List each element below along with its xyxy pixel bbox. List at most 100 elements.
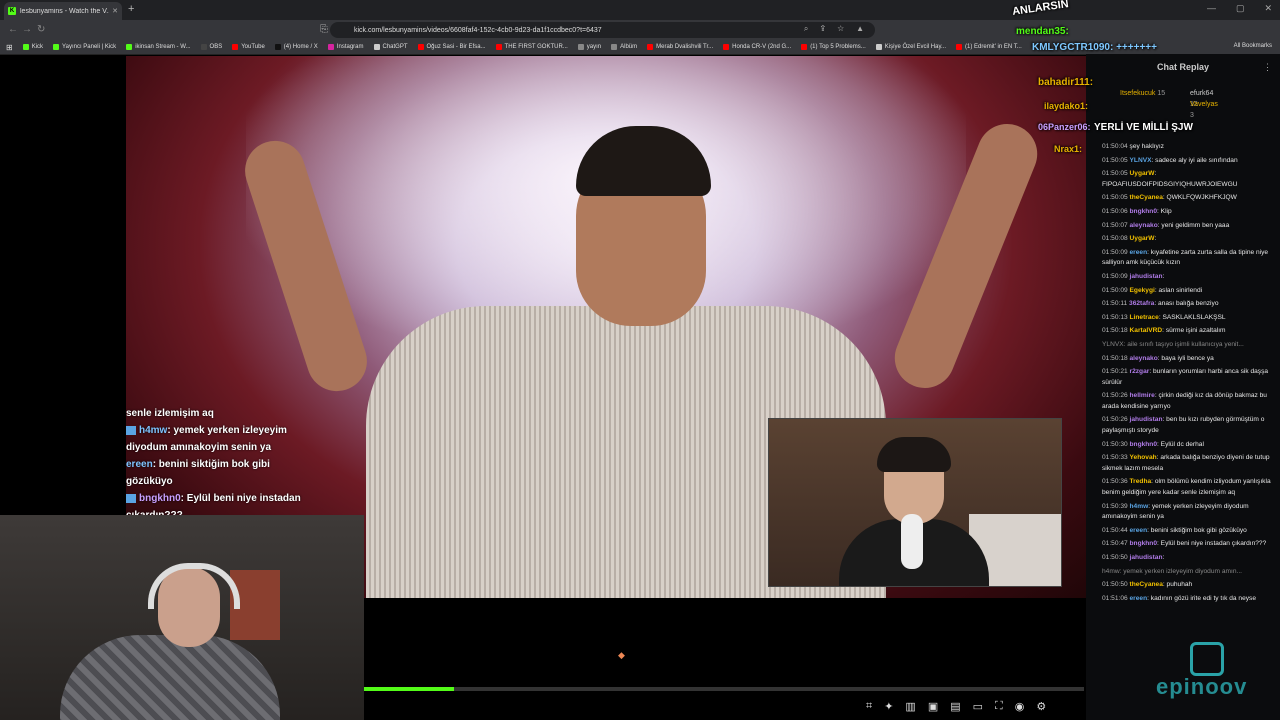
maximize-icon[interactable]: ▢ — [1236, 3, 1245, 14]
clip-icon[interactable]: ⌗ — [866, 700, 872, 713]
new-tab-button[interactable]: + — [128, 3, 134, 15]
apps-icon[interactable]: ⊞ — [6, 43, 13, 52]
chat-timestamp: 01:50:36 — [1102, 478, 1128, 486]
bookmark-favicon-icon — [875, 44, 882, 50]
chat-username[interactable]: theCyanea — [1130, 581, 1163, 588]
chat-username[interactable]: aleynako — [1130, 222, 1158, 229]
bookmark-favicon-icon — [647, 44, 654, 50]
chat-message: 01:50:09 jahudistan: — [1102, 272, 1165, 280]
theater-icon[interactable]: ▥ — [905, 700, 915, 713]
chat-message: 01:50:18 KartalVRD: sürme işini azaltalı… — [1102, 327, 1226, 335]
chat-username[interactable]: jahudistan — [1130, 554, 1163, 561]
chat-username[interactable]: 362tafra — [1129, 300, 1154, 307]
all-bookmarks-link[interactable]: All Bookmarks — [1234, 43, 1272, 49]
bookmark-item[interactable]: (1) Edremit' in EN T... — [956, 44, 1022, 50]
chat-username[interactable]: ereen — [1130, 595, 1148, 602]
folder-icon — [577, 44, 584, 50]
chat-username[interactable]: Tredha — [1130, 478, 1152, 485]
address-bar[interactable]: kick.com/lesbunyamins/videos/6608faf4-15… — [330, 22, 875, 38]
chat-timestamp: 01:50:30 — [1102, 440, 1128, 448]
chat-text: sürme işini azaltalım — [1165, 327, 1226, 335]
forward-icon[interactable]: → — [22, 24, 32, 35]
reload-icon[interactable]: ↻ — [37, 24, 45, 35]
back-icon[interactable]: ← — [8, 24, 18, 35]
chat-username[interactable]: KartalVRD — [1130, 327, 1163, 334]
bookmark-item[interactable]: Instagram — [327, 44, 364, 50]
browser-tab[interactable]: K lesbunyamins - Watch the V... ✕ — [4, 2, 122, 20]
chat-text: Klip — [1160, 207, 1172, 215]
bookmark-item[interactable]: ikinsan Stream - W... — [126, 44, 191, 50]
chat-timestamp: 01:50:09 — [1102, 248, 1128, 256]
subtitle-line: senle izlemişim aq — [126, 408, 214, 419]
chat-username[interactable]: bngkhn0 — [1130, 441, 1157, 448]
bookmark-page-icon[interactable]: ⎘ — [320, 24, 328, 35]
fullscreen-icon[interactable]: ⛶ — [995, 700, 1003, 713]
chat-username[interactable]: bngkhn0 — [1130, 540, 1157, 547]
chat-username[interactable]: UygarW — [1130, 235, 1155, 242]
bookmark-item[interactable]: (1) Top 5 Problems... — [801, 44, 866, 50]
chat-message: 01:50:47 bngkhn0: Eylül beni niye instad… — [1102, 540, 1267, 548]
chat-username[interactable]: jahudistan — [1130, 273, 1163, 280]
chat-username[interactable]: Yehovah — [1130, 454, 1157, 461]
chat-username[interactable]: theCyanea — [1130, 194, 1163, 201]
subtitle-line: diyodum amınakoyim senin ya — [126, 442, 272, 453]
chat-timestamp: 01:51:06 — [1102, 594, 1128, 602]
chat-username[interactable]: Egekygi — [1130, 287, 1155, 294]
bookmark-item[interactable]: THE FIRST GOKTUR... — [495, 44, 568, 50]
chat-username[interactable]: ereen — [1130, 249, 1148, 256]
bookmark-item[interactable]: Yayıncı Paneli | Kick — [53, 44, 116, 50]
chat-username[interactable]: UygarW — [1130, 170, 1155, 177]
chat-timestamp: 01:50:05 — [1102, 156, 1128, 164]
settings-gear-icon[interactable]: ⚙ — [1036, 700, 1046, 713]
chat-username[interactable]: bngkhn0 — [1130, 208, 1157, 215]
chat-text: FIPOAFIUSDOIFPIDSGIYIQHUWRJOIEWGU — [1102, 180, 1238, 188]
sparkle-icon[interactable]: ✦ — [884, 700, 893, 713]
speed-icon[interactable]: ◉ — [1015, 700, 1025, 713]
pip-icon[interactable]: ▣ — [928, 700, 938, 713]
chat-message: 01:50:06 bngkhn0: Klip — [1102, 207, 1172, 215]
chat-username[interactable]: r2zgar — [1130, 368, 1150, 375]
chat-username[interactable]: h4mw — [1130, 503, 1149, 510]
chat-username[interactable]: hellmire — [1130, 392, 1155, 399]
minimize-icon[interactable]: — — [1207, 3, 1216, 14]
chat-username[interactable]: jahudistan — [1130, 416, 1163, 423]
headphones-icon — [148, 563, 240, 609]
subtitle-line: ereen: benini siktiğim bok gibi — [126, 459, 270, 470]
bookmark-item[interactable]: Kişiye Özel Evcil Hay... — [875, 44, 946, 50]
chat-username[interactable]: ereen — [1130, 527, 1148, 534]
bookmark-favicon-icon — [327, 44, 334, 50]
subtitle-line: h4mw: yemek yerken izleyeyim — [126, 422, 366, 439]
bookmark-item[interactable]: Honda CR-V (2nd G... — [723, 44, 791, 50]
chat-timestamp: 01:50:26 — [1102, 416, 1128, 424]
video-progress-bar[interactable] — [364, 687, 1084, 691]
chat-username[interactable]: Linetrace — [1130, 314, 1159, 321]
bookmark-item[interactable]: ChatGPT — [373, 44, 408, 50]
mini-player-icon[interactable]: ▤ — [950, 700, 960, 713]
bookmark-folder[interactable]: Albüm — [611, 44, 637, 50]
bookmark-item[interactable]: OBS — [200, 44, 222, 50]
chat-message: 01:50:50 jahudistan: — [1102, 554, 1165, 561]
close-tab-icon[interactable]: ✕ — [112, 7, 118, 15]
bookmark-item[interactable]: Kick — [22, 44, 43, 50]
bookmark-item[interactable]: YouTube — [232, 44, 265, 50]
bookmark-item[interactable]: Merab Dvalishvili Tr... — [647, 44, 713, 50]
bookmark-item[interactable]: (4) Home / X — [274, 44, 318, 50]
chat-menu-icon[interactable]: ⋮ — [1263, 62, 1272, 73]
layout-icon[interactable]: ▭ — [973, 700, 983, 713]
webcam-person-body — [60, 635, 280, 720]
chat-timestamp: 01:50:05 — [1102, 170, 1128, 178]
tab-bar: K lesbunyamins - Watch the V... ✕ + — ▢ … — [0, 0, 1280, 20]
player-cursor-icon: ◆ — [618, 650, 625, 660]
bookmark-item[interactable]: Oğuz Sasi - Bir Efsa... — [417, 44, 486, 50]
close-window-icon[interactable]: ✕ — [1264, 3, 1272, 14]
bookmark-favicon-icon — [956, 44, 963, 50]
reactor-webcam — [0, 515, 364, 720]
streamer-webcam — [768, 418, 1062, 587]
chat-text: aslan sinirlendi — [1158, 286, 1203, 294]
bookmark-folder[interactable]: yayın — [577, 44, 601, 50]
chat-message: 01:50:04 şey haklıyız — [1102, 142, 1272, 153]
chat-username[interactable]: aleynako — [1130, 355, 1158, 362]
address-bar-actions[interactable]: ⌕ ⇪ ☆ ▲ — [804, 24, 869, 34]
chat-username[interactable]: YLNVX — [1130, 157, 1152, 164]
chat-text: sadece aly iyi aile sınıfından — [1155, 156, 1238, 164]
